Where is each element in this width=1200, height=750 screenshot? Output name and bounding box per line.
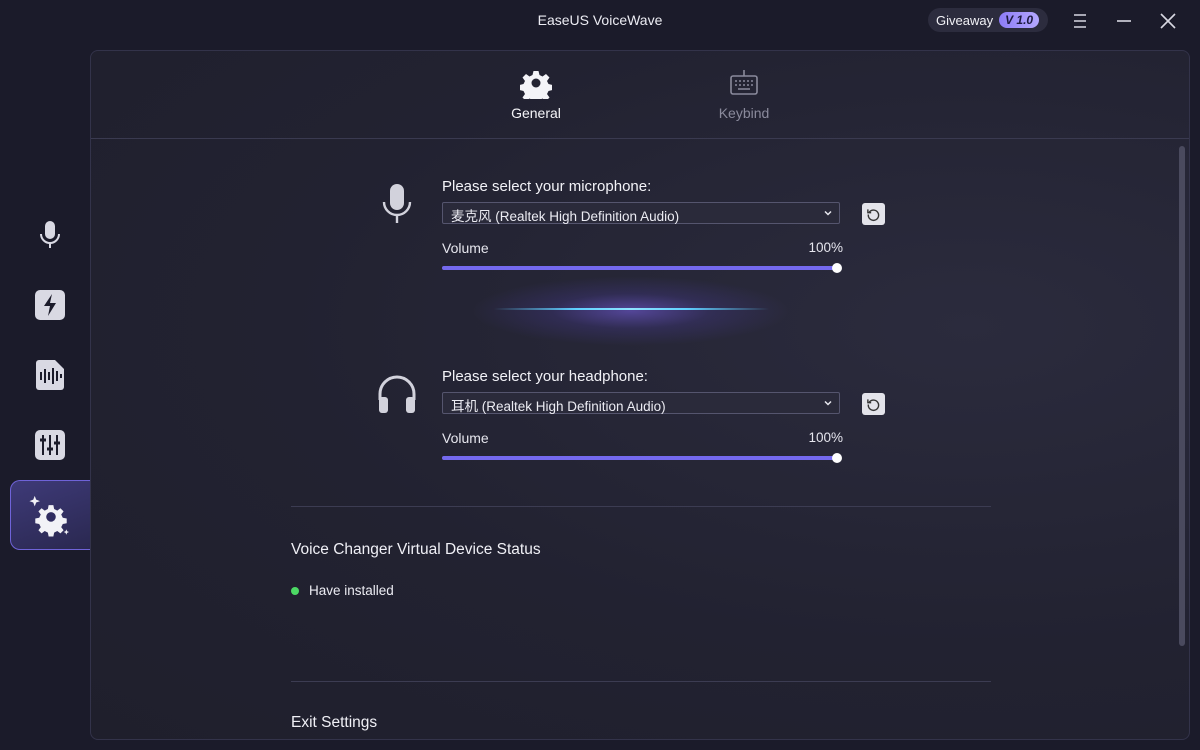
microphone-reset-button[interactable] xyxy=(862,203,885,225)
giveaway-label: Giveaway xyxy=(936,12,994,28)
version-badge: V 1.0 xyxy=(999,12,1040,28)
headphone-volume-value: 100% xyxy=(808,430,843,445)
headphone-reset-button[interactable] xyxy=(862,393,885,415)
headphone-icon xyxy=(378,375,416,413)
refresh-icon xyxy=(867,208,880,221)
microphone-section: Please select your microphone: 麦克风 (Real… xyxy=(91,178,1189,278)
microphone-volume-thumb[interactable] xyxy=(832,263,842,273)
sidebar xyxy=(0,50,90,750)
sidebar-item-microphone[interactable] xyxy=(10,200,90,270)
settings-tabs: General Keybind xyxy=(91,51,1189,139)
status-indicator-dot xyxy=(291,586,299,595)
tab-general[interactable]: General xyxy=(481,67,591,123)
menu-button[interactable] xyxy=(1068,9,1092,33)
chevron-down-icon xyxy=(824,210,832,216)
headphone-volume-thumb[interactable] xyxy=(832,453,842,463)
voice-glow-line xyxy=(494,308,769,310)
headphone-volume-label: Volume xyxy=(442,430,489,446)
refresh-icon xyxy=(867,398,880,411)
hamburger-icon xyxy=(1074,14,1086,28)
sidebar-item-settings[interactable] xyxy=(10,480,90,550)
voice-glow xyxy=(471,276,791,346)
equalizer-icon xyxy=(35,430,65,460)
headphone-volume-slider[interactable] xyxy=(442,453,842,463)
microphone-volume-slider[interactable] xyxy=(442,263,842,273)
close-icon xyxy=(1160,13,1176,29)
gear-icon xyxy=(520,71,552,99)
microphone-label: Please select your microphone: xyxy=(442,178,652,195)
keyboard-icon xyxy=(730,70,758,95)
sidebar-item-mixer[interactable] xyxy=(10,410,90,480)
microphone-volume-fill xyxy=(442,266,837,270)
sidebar-item-soundboard[interactable] xyxy=(10,270,90,340)
microphone-icon xyxy=(382,184,412,223)
minimize-icon xyxy=(1117,20,1131,22)
sound-file-icon xyxy=(36,360,64,390)
minimize-button[interactable] xyxy=(1112,9,1136,33)
title-bar: EaseUS VoiceWave Giveaway V 1.0 xyxy=(0,0,1200,42)
virtual-device-status: Have installed xyxy=(291,583,394,598)
microphone-select[interactable]: 麦克风 (Realtek High Definition Audio) xyxy=(442,202,840,224)
exit-settings-title: Exit Settings xyxy=(291,714,378,731)
tab-keybind-label: Keybind xyxy=(718,105,770,121)
headphone-volume-fill xyxy=(442,456,837,460)
microphone-volume-label: Volume xyxy=(442,240,489,256)
microphone-selected-value: 麦克风 (Realtek High Definition Audio) xyxy=(451,209,680,224)
virtual-device-status-text: Have installed xyxy=(309,583,394,598)
headphone-selected-value: 耳机 (Realtek High Definition Audio) xyxy=(451,399,666,414)
settings-panel: General Keybind Please select your micro… xyxy=(90,50,1190,740)
close-button[interactable] xyxy=(1156,9,1180,33)
tab-general-label: General xyxy=(511,105,561,121)
section-divider xyxy=(291,681,991,682)
microphone-icon xyxy=(40,221,60,248)
scrollbar[interactable] xyxy=(1179,146,1185,646)
settings-sparkle-icon xyxy=(28,495,69,537)
chevron-down-icon xyxy=(824,400,832,406)
headphone-section: Please select your headphone: 耳机 (Realte… xyxy=(91,368,1189,468)
headphone-label: Please select your headphone: xyxy=(442,368,648,385)
microphone-volume-value: 100% xyxy=(808,240,843,255)
headphone-select[interactable]: 耳机 (Realtek High Definition Audio) xyxy=(442,392,840,414)
virtual-device-title: Voice Changer Virtual Device Status xyxy=(291,541,541,558)
tab-keybind[interactable]: Keybind xyxy=(689,67,799,123)
sidebar-item-audio-files[interactable] xyxy=(10,340,90,410)
lightning-icon xyxy=(35,290,65,320)
giveaway-button[interactable]: Giveaway V 1.0 xyxy=(928,8,1048,32)
section-divider xyxy=(291,506,991,507)
